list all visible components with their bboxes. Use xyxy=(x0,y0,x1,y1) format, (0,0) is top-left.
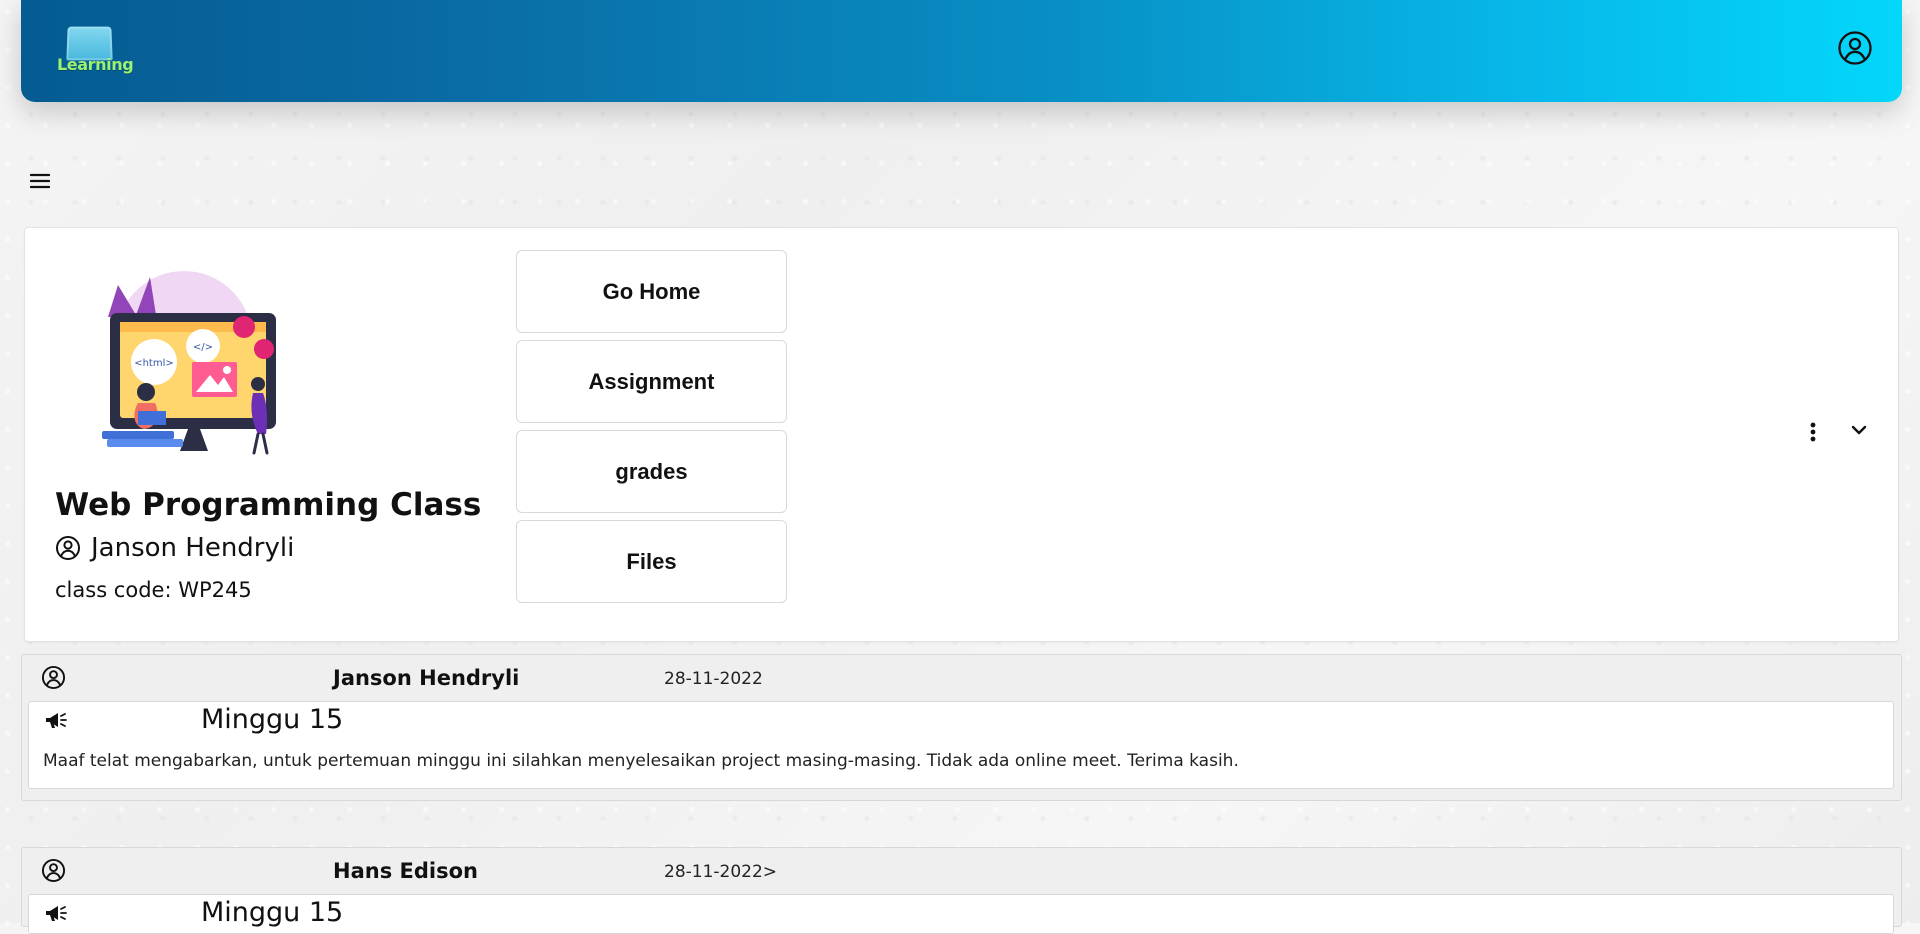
user-circle-icon[interactable] xyxy=(1837,30,1873,66)
assignment-button[interactable]: Assignment xyxy=(516,340,787,423)
vertical-dots-icon[interactable] xyxy=(1805,420,1821,444)
post-author: Hans Edison xyxy=(333,859,478,883)
teacher-row: Janson Hendryli xyxy=(55,533,294,563)
user-circle-icon xyxy=(55,535,81,561)
grades-button[interactable]: grades xyxy=(516,430,787,513)
user-circle-icon xyxy=(41,665,66,690)
class-code: class code: WP245 xyxy=(55,578,252,602)
logo-text: Learning xyxy=(57,55,134,74)
class-title: Web Programming Class xyxy=(55,487,482,523)
html-tag-text: <html> xyxy=(134,358,174,369)
megaphone-icon xyxy=(43,709,68,731)
post-title: Minggu 15 xyxy=(201,897,344,928)
class-overview-card: <html> </> Web Programming Class Janson … xyxy=(24,227,1899,642)
post-body: Minggu 15 Maaf telat mengabarkan, untuk … xyxy=(28,701,1894,789)
teacher-name: Janson Hendryli xyxy=(91,533,295,563)
files-button[interactable]: Files xyxy=(516,520,787,603)
top-navigation-bar: Learning xyxy=(21,0,1902,102)
post-body: Minggu 15 xyxy=(28,894,1894,934)
code-tag-text: </> xyxy=(193,342,213,353)
post-date: 28-11-2022 xyxy=(664,669,763,689)
announcement-post: Janson Hendryli 28-11-2022 Minggu 15 Maa… xyxy=(21,654,1902,801)
megaphone-icon xyxy=(43,902,68,924)
post-message: Maaf telat mengabarkan, untuk pertemuan … xyxy=(43,751,1239,771)
post-title: Minggu 15 xyxy=(201,704,344,735)
user-circle-icon xyxy=(41,858,66,883)
chevron-down-icon[interactable] xyxy=(1847,418,1871,442)
web-programming-illustration: <html> </> xyxy=(82,267,292,457)
post-date: 28-11-2022> xyxy=(664,862,778,882)
learning-logo[interactable]: Learning xyxy=(55,22,134,76)
go-home-button[interactable]: Go Home xyxy=(516,250,787,333)
announcement-post: Hans Edison 28-11-2022> Minggu 15 xyxy=(21,847,1902,934)
post-author: Janson Hendryli xyxy=(333,666,520,690)
hamburger-menu-icon[interactable] xyxy=(28,169,52,193)
